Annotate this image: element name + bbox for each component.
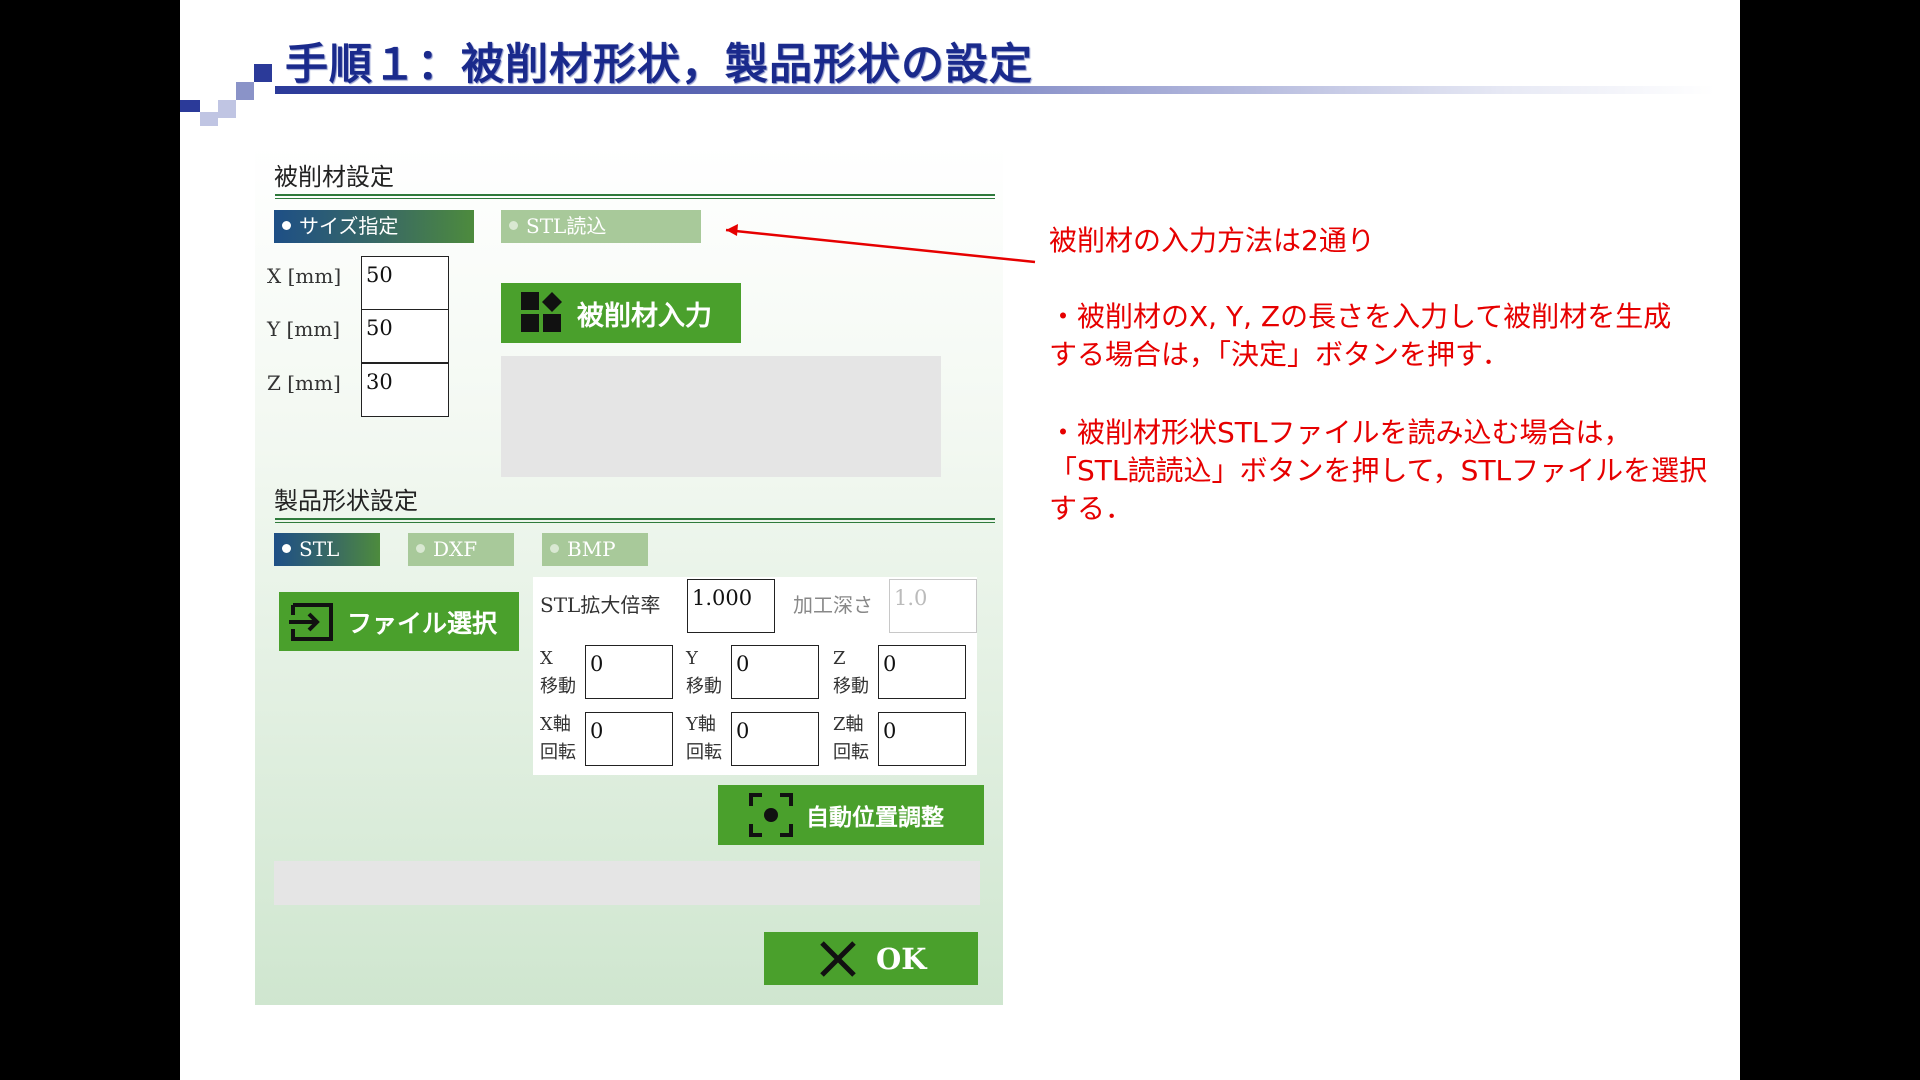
annotation-line: ・被削材のX, Y, Zの長さを入力して被削材を生成 xyxy=(1049,300,1672,333)
annotation-line: 「STL読読込」ボタンを押して，STLファイルを選択 xyxy=(1049,454,1708,487)
annotation-heading: 被削材の入力方法は2通り xyxy=(1049,224,1375,257)
annotation-line: する． xyxy=(1049,492,1134,525)
annotation-line: ・被削材形状STLファイルを読み込む場合は， xyxy=(1049,416,1632,449)
annotation-arrow xyxy=(725,224,1036,264)
slide: 手順１：被削材形状，製品形状の設定 被削材設定 サイズ指定 STL読込 X [m… xyxy=(180,0,1740,1080)
annotation-line: する場合は，「決定」ボタンを押す． xyxy=(1049,338,1510,371)
